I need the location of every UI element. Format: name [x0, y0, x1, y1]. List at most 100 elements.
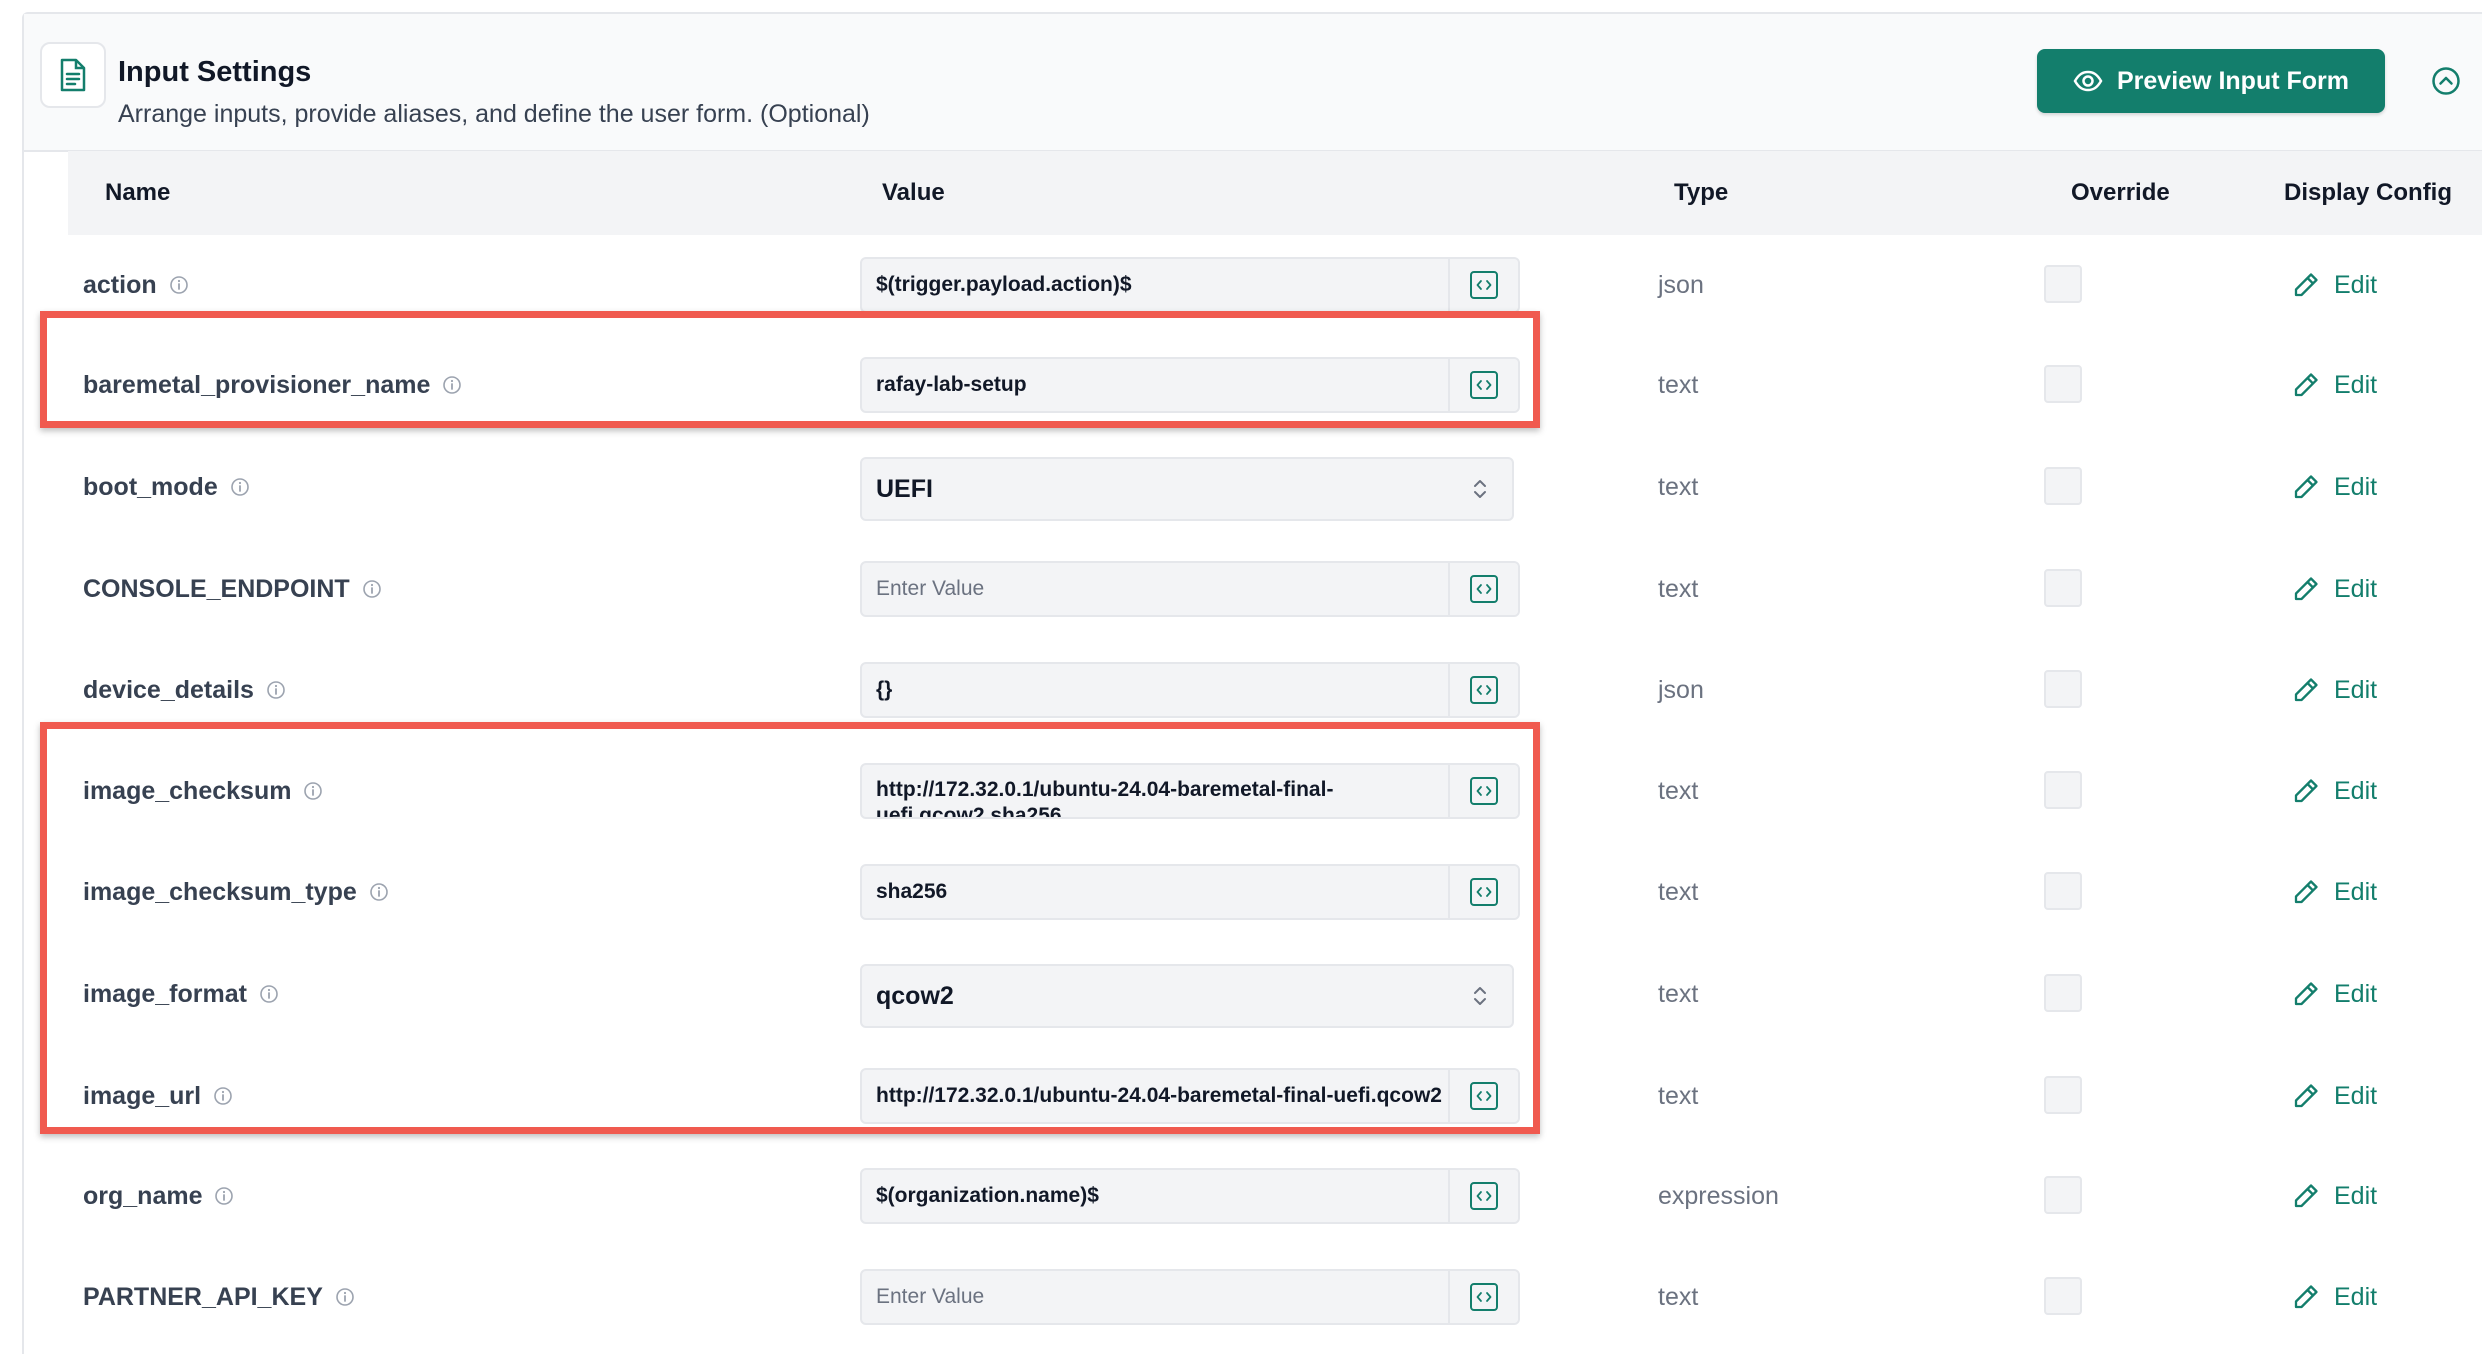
- input-type: json: [1658, 676, 1704, 704]
- table-row: baremetal_provisioner_name rafay-lab-setu…: [24, 335, 2482, 435]
- info-icon[interactable]: [369, 882, 389, 902]
- expression-toggle-button[interactable]: [1448, 259, 1518, 311]
- override-checkbox[interactable]: [2044, 569, 2082, 607]
- info-icon[interactable]: [266, 680, 286, 700]
- page-title: Input Settings: [118, 56, 312, 88]
- table-row: image_format qcow2 text Edit: [24, 944, 2482, 1044]
- info-icon[interactable]: [303, 781, 323, 801]
- value-input[interactable]: Enter Value: [860, 561, 1520, 617]
- info-icon[interactable]: [230, 477, 250, 497]
- override-checkbox[interactable]: [2044, 1176, 2082, 1214]
- override-checkbox[interactable]: [2044, 1277, 2082, 1315]
- info-icon[interactable]: [362, 579, 382, 599]
- input-name: image_format: [83, 944, 279, 1044]
- info-icon[interactable]: [213, 1086, 233, 1106]
- override-checkbox[interactable]: [2044, 872, 2082, 910]
- value-input[interactable]: http://172.32.0.1/ubuntu-24.04-baremetal…: [860, 763, 1520, 819]
- input-name: image_checksum: [83, 741, 323, 841]
- code-brackets-icon: [1470, 575, 1498, 603]
- edit-label: Edit: [2334, 472, 2378, 501]
- input-settings-panel: Input Settings Arrange inputs, provide a…: [22, 12, 2482, 1354]
- edit-display-config-button[interactable]: Edit: [2292, 539, 2377, 639]
- edit-label: Edit: [2334, 877, 2378, 906]
- pencil-icon: [2292, 777, 2320, 805]
- chevron-updown-icon: [1472, 984, 1488, 1008]
- input-type: text: [1658, 878, 1699, 906]
- input-name-label: image_checksum_type: [83, 877, 357, 906]
- value-input-text[interactable]: sha256: [876, 866, 1444, 918]
- input-name: boot_mode: [83, 437, 250, 537]
- panel-header: Input Settings Arrange inputs, provide a…: [24, 14, 2482, 152]
- override-checkbox[interactable]: [2044, 1076, 2082, 1114]
- input-name: baremetal_provisioner_name: [83, 335, 462, 435]
- override-checkbox[interactable]: [2044, 771, 2082, 809]
- value-input-text[interactable]: http://172.32.0.1/ubuntu-24.04-baremetal…: [876, 1070, 1444, 1122]
- expression-toggle-button[interactable]: [1448, 664, 1518, 716]
- override-checkbox[interactable]: [2044, 974, 2082, 1012]
- expression-toggle-button[interactable]: [1448, 1070, 1518, 1122]
- value-input[interactable]: http://172.32.0.1/ubuntu-24.04-baremetal…: [860, 1068, 1520, 1124]
- edit-display-config-button[interactable]: Edit: [2292, 437, 2377, 537]
- override-checkbox[interactable]: [2044, 467, 2082, 505]
- value-input-text[interactable]: rafay-lab-setup: [876, 359, 1444, 411]
- value-select[interactable]: UEFI: [860, 457, 1514, 521]
- value-input[interactable]: rafay-lab-setup: [860, 357, 1520, 413]
- edit-display-config-button[interactable]: Edit: [2292, 640, 2377, 740]
- input-name: device_details: [83, 640, 286, 740]
- override-checkbox[interactable]: [2044, 265, 2082, 303]
- info-icon[interactable]: [214, 1186, 234, 1206]
- expression-toggle-button[interactable]: [1448, 1271, 1518, 1323]
- code-brackets-icon: [1470, 676, 1498, 704]
- info-icon[interactable]: [259, 984, 279, 1004]
- input-name-label: CONSOLE_ENDPOINT: [83, 574, 350, 603]
- edit-display-config-button[interactable]: Edit: [2292, 842, 2377, 942]
- info-icon[interactable]: [169, 275, 189, 295]
- expression-toggle-button[interactable]: [1448, 1170, 1518, 1222]
- expression-toggle-button[interactable]: [1448, 765, 1518, 817]
- edit-display-config-button[interactable]: Edit: [2292, 944, 2377, 1044]
- code-brackets-icon: [1470, 1182, 1498, 1210]
- input-name-label: image_url: [83, 1081, 202, 1110]
- expression-toggle-button[interactable]: [1448, 866, 1518, 918]
- preview-input-form-button[interactable]: Preview Input Form: [2037, 49, 2385, 113]
- column-name: Name: [105, 179, 171, 206]
- info-icon[interactable]: [335, 1287, 355, 1307]
- value-input[interactable]: $(organization.name)$: [860, 1168, 1520, 1224]
- table-row: device_details {} json Edit: [24, 640, 2482, 740]
- edit-display-config-button[interactable]: Edit: [2292, 335, 2377, 435]
- value-input-text[interactable]: Enter Value: [876, 1271, 1444, 1323]
- pencil-icon: [2292, 980, 2320, 1008]
- value-input[interactable]: $(trigger.payload.action)$: [860, 257, 1520, 313]
- edit-display-config-button[interactable]: Edit: [2292, 235, 2377, 335]
- value-input[interactable]: sha256: [860, 864, 1520, 920]
- override-checkbox[interactable]: [2044, 365, 2082, 403]
- value-input[interactable]: Enter Value: [860, 1269, 1520, 1325]
- value-select-text: qcow2: [876, 982, 954, 1010]
- edit-label: Edit: [2334, 1081, 2378, 1110]
- value-input-text[interactable]: Enter Value: [876, 563, 1444, 615]
- code-brackets-icon: [1470, 777, 1498, 805]
- edit-display-config-button[interactable]: Edit: [2292, 1247, 2377, 1347]
- value-input-text[interactable]: {}: [876, 664, 1444, 716]
- pencil-icon: [2292, 676, 2320, 704]
- chevron-up-icon[interactable]: [2429, 64, 2463, 98]
- info-icon[interactable]: [442, 375, 462, 395]
- pencil-icon: [2292, 1283, 2320, 1311]
- value-input-text[interactable]: $(trigger.payload.action)$: [876, 259, 1444, 311]
- edit-display-config-button[interactable]: Edit: [2292, 1146, 2377, 1246]
- value-input-text[interactable]: http://172.32.0.1/ubuntu-24.04-baremetal…: [876, 777, 1444, 817]
- table-row: image_checksum http://172.32.0.1/ubuntu-2…: [24, 741, 2482, 841]
- input-name-label: image_checksum: [83, 776, 292, 805]
- edit-display-config-button[interactable]: Edit: [2292, 741, 2377, 841]
- value-select[interactable]: qcow2: [860, 964, 1514, 1028]
- preview-button-label: Preview Input Form: [2117, 66, 2349, 95]
- value-input-text[interactable]: $(organization.name)$: [876, 1170, 1444, 1222]
- edit-label: Edit: [2334, 979, 2378, 1008]
- expression-toggle-button[interactable]: [1448, 563, 1518, 615]
- table-row: image_checksum_type sha256 text Edit: [24, 842, 2482, 942]
- value-input[interactable]: {}: [860, 662, 1520, 718]
- expression-toggle-button[interactable]: [1448, 359, 1518, 411]
- override-checkbox[interactable]: [2044, 670, 2082, 708]
- edit-display-config-button[interactable]: Edit: [2292, 1046, 2377, 1146]
- table-row: PARTNER_API_KEY Enter Value text Edit: [24, 1247, 2482, 1347]
